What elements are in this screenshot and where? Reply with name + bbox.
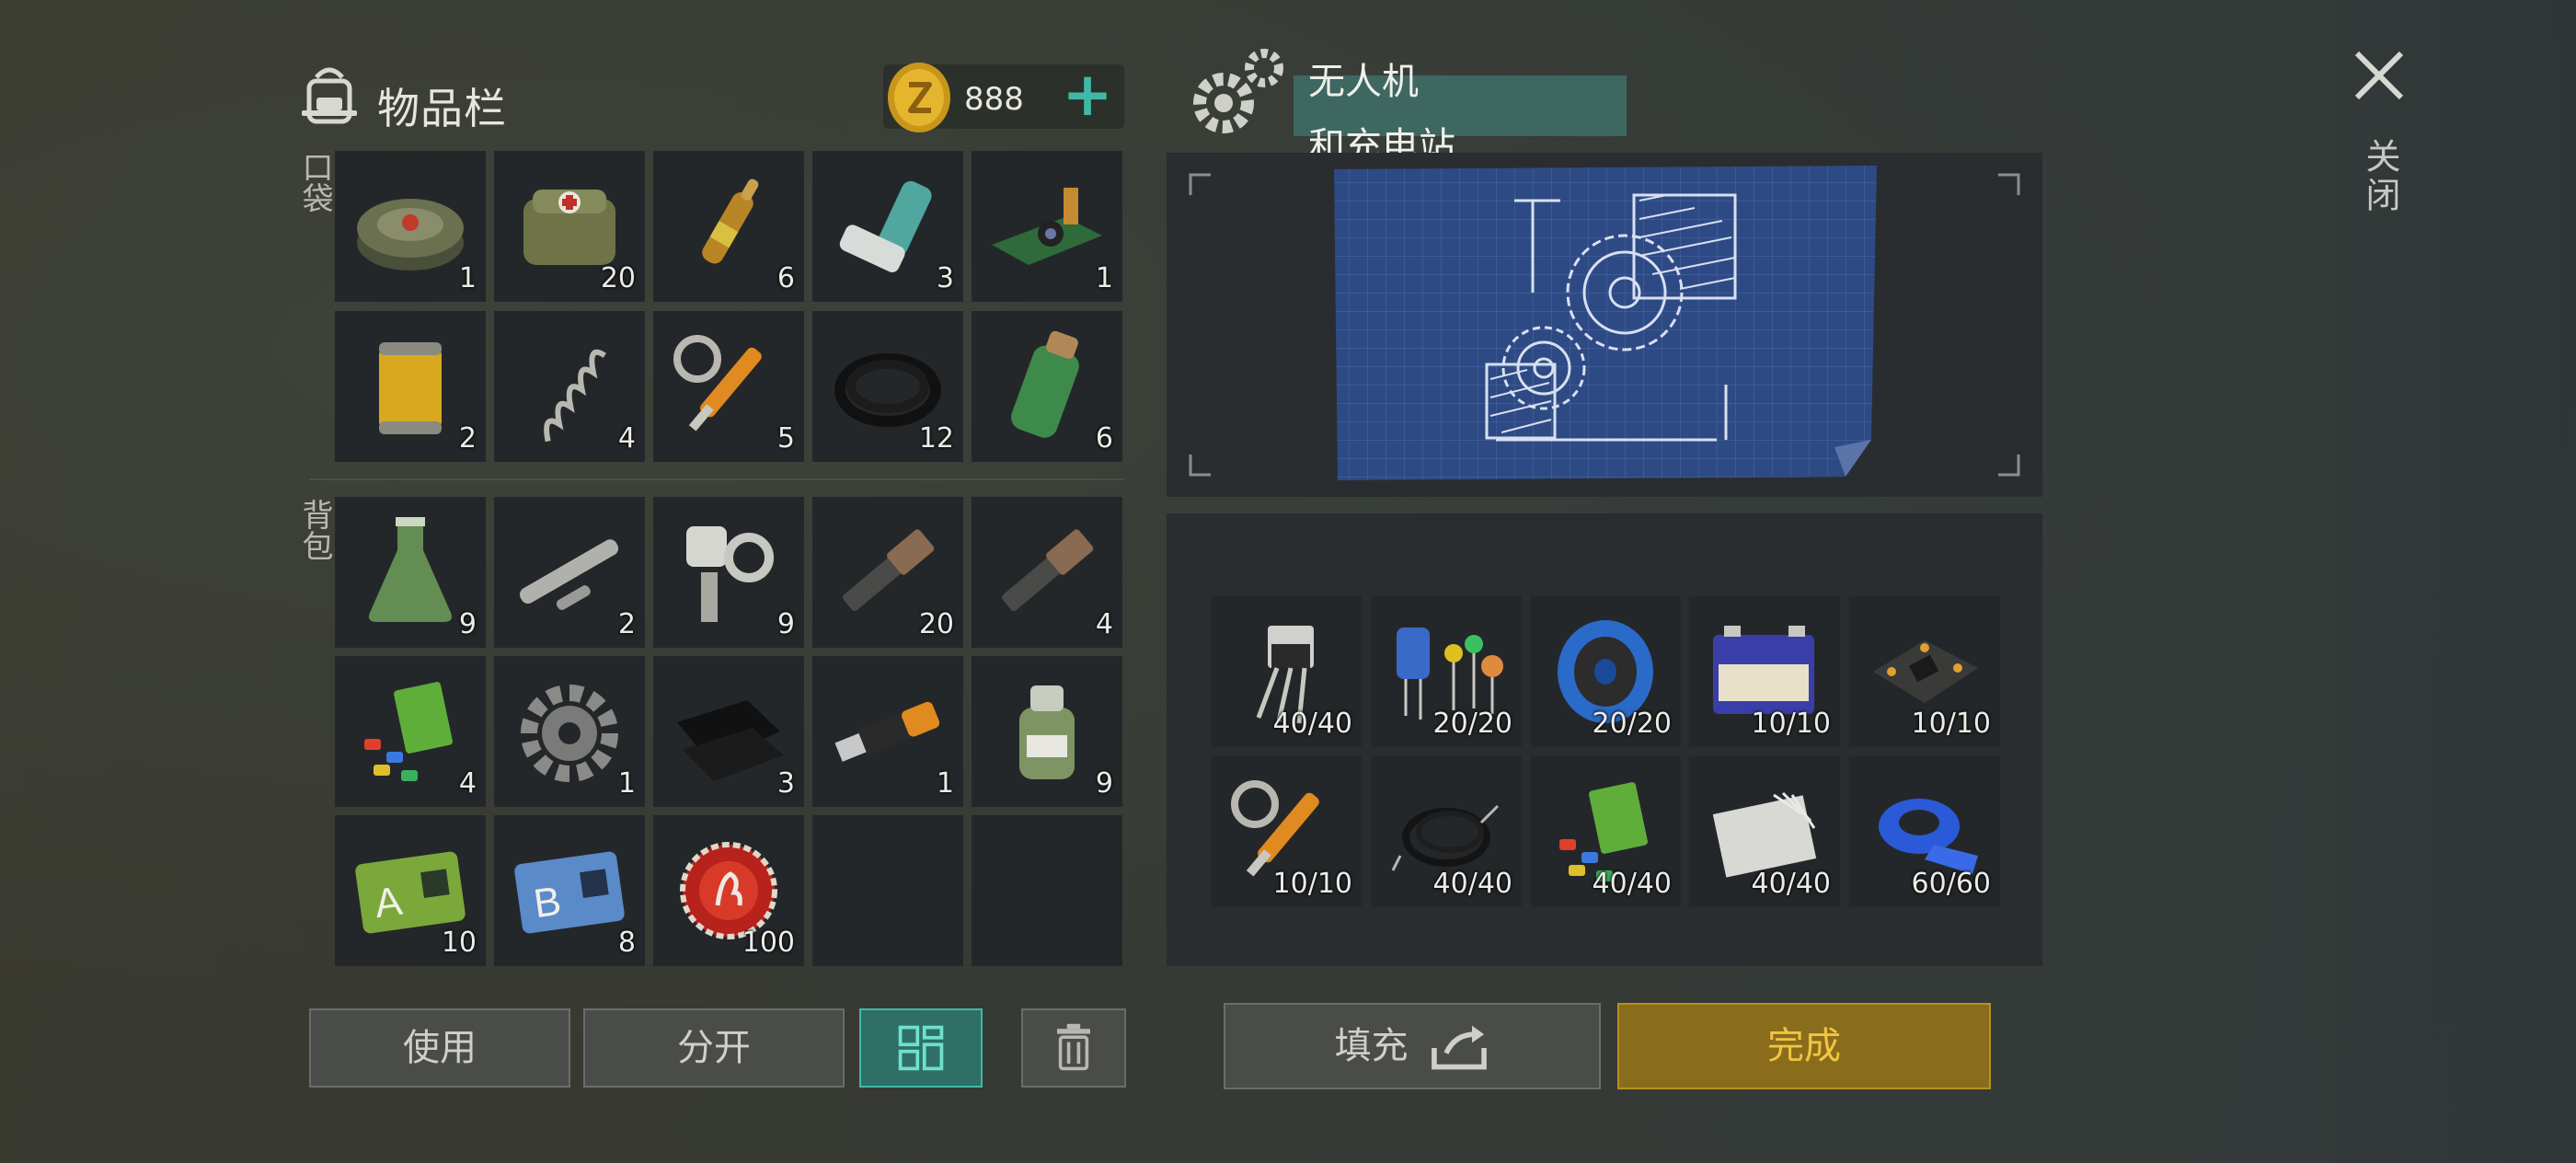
requirement-slot[interactable]: 40/40 [1371,756,1522,907]
backpack-slot[interactable]: B 8 [494,815,645,966]
plastic-parts-icon [364,682,453,781]
delete-button[interactable] [1021,1008,1126,1088]
backpack-slot[interactable]: 1 [812,656,963,807]
sector-b-card-icon: B [514,851,625,934]
pocket-slot[interactable]: 6 [972,311,1122,462]
craft-title-line1: 无人机 [1308,61,1419,103]
fill-icon [1432,1025,1488,1070]
backpack-slot[interactable]: 4 [335,656,486,807]
blueprint-panel [1167,153,2042,497]
side-shade [2300,0,2576,1163]
backpack-slot[interactable]: 2 [494,497,645,648]
blueprint-image [1334,166,1877,480]
chemical-flask-icon [369,517,452,622]
grid-icon [898,1025,944,1071]
spring-icon [544,349,606,443]
inventory-title: 物品栏 [377,84,507,133]
pocket-slot[interactable]: 20 [494,151,645,302]
usb-stick-icon [834,701,940,762]
chemical-jar-icon [1019,685,1075,779]
backpack-slot[interactable]: 3 [653,656,804,807]
requirement-slot[interactable]: 10/10 [1849,596,2000,747]
backpack-slot[interactable]: 9 [972,656,1122,807]
gears-icon [1187,44,1288,145]
pocket-slot[interactable]: 3 [812,151,963,302]
requirement-slot[interactable]: 40/40 [1530,756,1681,907]
split-button[interactable]: 分开 [583,1008,845,1088]
backpack-slot[interactable]: 9 [653,497,804,648]
pocket-slot[interactable]: 5 [653,311,804,462]
coin-icon [885,61,953,134]
pocket-slot[interactable]: 12 [812,311,963,462]
metal-rods-icon [519,539,619,610]
camera-module-icon [992,188,1102,265]
sort-button[interactable] [859,1008,983,1088]
requirement-slot[interactable]: 40/40 [1689,756,1840,907]
backpack-slot[interactable]: 4 [972,497,1122,648]
add-currency-button[interactable]: + [1058,64,1117,129]
black-fabric-icon [677,700,784,781]
close-icon [2354,51,2404,100]
close-button[interactable] [2352,48,2407,103]
requirement-slot[interactable]: 20/20 [1371,596,1522,747]
requirement-slot[interactable]: 20/20 [1530,596,1681,747]
currency-value: 888 [964,81,1024,118]
oil-filter-icon [379,342,442,434]
complete-button[interactable]: 完成 [1617,1003,1991,1089]
pocket-slot[interactable]: 6 [653,151,804,302]
pocket-slot[interactable]: 1 [335,151,486,302]
gear-item-icon [521,685,618,782]
requirement-slot[interactable]: 40/40 [1211,596,1362,747]
trash-icon [1057,1023,1090,1071]
metal-pipe-icon [1002,529,1094,612]
pocket-slot[interactable]: 1 [972,151,1122,302]
requirement-slot[interactable]: 10/10 [1211,756,1362,907]
pocket-slot[interactable]: 4 [494,311,645,462]
backpack-slot[interactable]: 100 [653,815,804,966]
inhaler-icon [839,180,932,272]
mechanical-parts-icon [686,526,774,622]
backpack-slot[interactable]: 20 [812,497,963,648]
fill-button[interactable]: 填充 [1224,1003,1601,1089]
use-button[interactable]: 使用 [309,1008,570,1088]
backpack-icon [296,61,362,127]
close-label[interactable]: 关闭 [2355,138,2406,215]
pocket-label: 口袋 [296,151,333,213]
empty-backpack-slot[interactable] [972,815,1122,966]
backpack-label: 背包 [296,499,333,561]
empty-backpack-slot[interactable] [812,815,963,966]
backpack-slot[interactable]: 1 [494,656,645,807]
section-divider [309,478,1124,480]
backpack-slot[interactable]: A 10 [335,815,486,966]
landmine-icon [357,199,464,271]
requirement-slot[interactable]: 10/10 [1689,596,1840,747]
ampoule-icon [702,178,759,264]
hydraulic-parts-icon [673,335,762,432]
requirement-slot[interactable]: 60/60 [1849,756,2000,907]
backpack-slot[interactable]: 9 [335,497,486,648]
pocket-slot[interactable]: 2 [335,311,486,462]
canister-icon [1011,330,1079,438]
